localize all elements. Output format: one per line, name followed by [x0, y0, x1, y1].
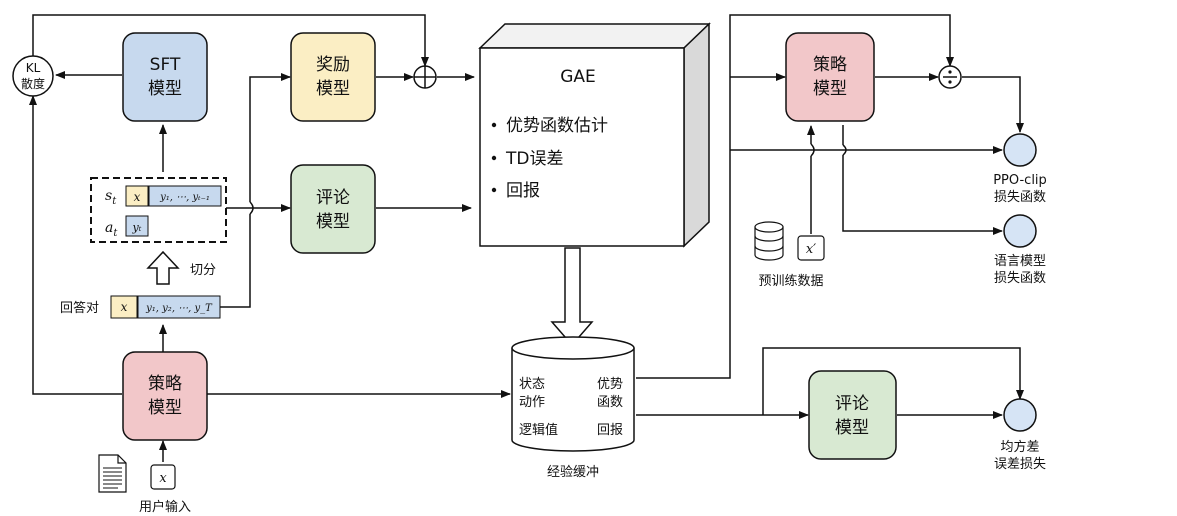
- policy-right-line2: 模型: [813, 79, 847, 99]
- user-input-label: 用户输入: [139, 499, 191, 515]
- user-input: x 用户输入: [98, 454, 191, 515]
- buffer-action: 动作: [519, 395, 545, 410]
- mse-loss-line2: 误差损失: [994, 457, 1046, 472]
- document-icon: [98, 454, 127, 493]
- gae-title: GAE: [560, 67, 596, 87]
- policy-model-right-box: 策略 模型: [785, 32, 875, 122]
- rlhf-ppo-diagram: KL 散度 SFT 模型 奖励 模型 评论 模型 st x y₁, ⋯, yₜ₋…: [12, 14, 1047, 515]
- pretrain-data: x′ 预训练数据: [754, 221, 825, 289]
- kl-line2: 散度: [21, 76, 45, 91]
- reward-line1: 奖励: [316, 55, 350, 75]
- policy-model-left-box: 策略 模型: [122, 351, 208, 441]
- divide-node: [938, 65, 962, 89]
- buffer-logit: 逻辑值: [519, 422, 558, 438]
- sft-model-box: SFT 模型: [122, 32, 208, 122]
- gae-bullet-3: 回报: [506, 181, 540, 201]
- buffer-advantage-1: 优势: [597, 376, 623, 392]
- reward-model-box: 奖励 模型: [290, 32, 376, 122]
- sft-line2: 模型: [148, 79, 182, 99]
- policy-left-line2: 模型: [148, 398, 182, 418]
- sum-node: [413, 65, 437, 89]
- sft-line1: SFT: [150, 55, 181, 75]
- token-y-prev: y₁, ⋯, yₜ₋₁: [159, 192, 210, 203]
- buffer-advantage-2: 函数: [597, 395, 623, 410]
- split-arrow: 切分: [146, 250, 216, 285]
- answer-pair-label: 回答对: [60, 300, 99, 316]
- token-x-1: x: [134, 190, 141, 204]
- critic-top-line2: 模型: [316, 212, 350, 232]
- critic-model-top-box: 评论 模型: [290, 164, 376, 254]
- gae-to-buffer-arrow: [550, 247, 594, 347]
- split-label: 切分: [190, 263, 216, 278]
- kl-divergence-node: KL 散度: [12, 55, 54, 97]
- gae-bullet-1: 优势函数估计: [506, 116, 608, 136]
- token-x-2: x: [121, 300, 128, 314]
- lm-loss-line1: 语言模型: [994, 254, 1046, 269]
- ppo-clip-loss: PPO-clip 损失函数: [993, 133, 1047, 205]
- critic-bottom-line2: 模型: [835, 418, 869, 438]
- experience-buffer: 状态 动作 优势 函数 逻辑值 回报 经验缓冲: [511, 336, 635, 480]
- buffer-state: 状态: [519, 377, 545, 392]
- answer-pair: 回答对 x y₁, y₂, ⋯, y_T: [60, 295, 221, 319]
- buffer-return: 回报: [597, 423, 623, 438]
- database-icon: [754, 221, 784, 261]
- critic-model-bottom-box: 评论 模型: [808, 370, 897, 460]
- token-y-full: y₁, y₂, ⋯, y_T: [145, 303, 213, 314]
- token-y-t: yₜ: [132, 221, 142, 234]
- kl-line1: KL: [26, 61, 41, 75]
- gae-bullet-2: TD误差: [505, 149, 563, 169]
- lm-loss: 语言模型 损失函数: [994, 214, 1046, 286]
- mse-loss: 均方差 误差损失: [994, 398, 1046, 472]
- reward-line2: 模型: [316, 79, 350, 99]
- gae-box: GAE 优势函数估计 TD误差 回报: [478, 22, 711, 248]
- critic-bottom-line1: 评论: [835, 394, 869, 414]
- ppo-clip-line1: PPO-clip: [993, 173, 1047, 188]
- lm-loss-line2: 损失函数: [994, 271, 1046, 286]
- mse-loss-line1: 均方差: [1000, 439, 1039, 455]
- buffer-label: 经验缓冲: [547, 464, 599, 480]
- critic-top-line1: 评论: [316, 188, 350, 208]
- ppo-clip-line2: 损失函数: [994, 190, 1046, 205]
- token-x-input: x: [159, 471, 167, 486]
- policy-right-line1: 策略: [813, 55, 847, 75]
- split-token-box: st x y₁, ⋯, yₜ₋₁ at yₜ: [90, 177, 227, 243]
- policy-left-line1: 策略: [148, 374, 182, 394]
- pretrain-label: 预训练数据: [758, 274, 823, 289]
- token-x-prime: x′: [806, 242, 816, 257]
